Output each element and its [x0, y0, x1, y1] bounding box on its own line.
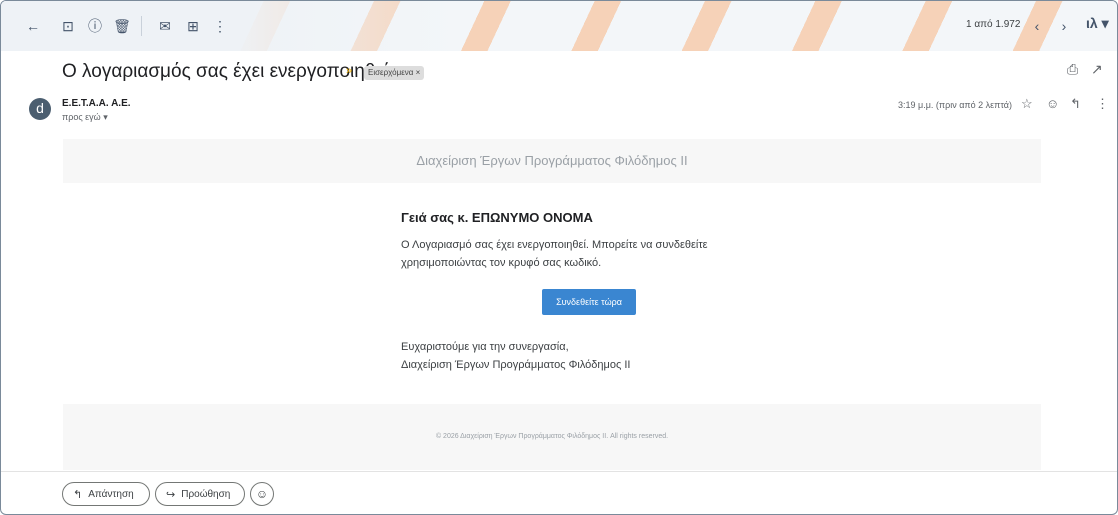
- importance-marker-icon[interactable]: »: [346, 65, 352, 77]
- forward-arrow-icon: ↪: [166, 488, 176, 501]
- reply-arrow-icon: ↰: [73, 488, 83, 501]
- gmail-message-view: ← ⊡ ⓘ 🗑 ✉ ⊞ ⋮ 1 από 1.972 ‹ › ιλ ▾ Ο λογ…: [0, 0, 1118, 515]
- account-switcher[interactable]: ιλ ▾: [1086, 15, 1109, 32]
- signoff-line-2: Διαχείριση Έργων Προγράμματος Φιλόδημος …: [401, 359, 631, 371]
- label-chip-inbox[interactable]: Εισερχόμενα ×: [364, 66, 425, 80]
- sender-name[interactable]: E.E.T.A.A. A.E.: [62, 98, 131, 109]
- message-toolbar: ← ⊡ ⓘ 🗑 ✉ ⊞ ⋮ 1 από 1.972 ‹ › ιλ ▾: [1, 1, 1117, 51]
- report-spam-icon[interactable]: ⓘ: [84, 15, 106, 37]
- archive-icon[interactable]: ⊡: [57, 15, 79, 37]
- email-signoff: Ευχαριστούμε για την συνεργασία, Διαχείρ…: [401, 338, 630, 374]
- emoji-reaction-button[interactable]: ☺: [250, 482, 274, 506]
- reply-label: Απάντηση: [88, 488, 134, 500]
- forward-button[interactable]: ↪ Προώθηση: [155, 482, 245, 506]
- message-subject: Ο λογαριασμός σας έχει ενεργοποιηθεί: [62, 61, 389, 82]
- recipient-details[interactable]: προς εγώ ▾: [62, 112, 108, 123]
- reply-icon[interactable]: ↰: [1070, 96, 1081, 112]
- email-footer: © 2026 Διαχείριση Έργων Προγράμματος Φιλ…: [63, 404, 1041, 470]
- message-more-icon[interactable]: ⋮: [1096, 96, 1109, 112]
- print-icon[interactable]: ⎙: [1067, 61, 1078, 78]
- login-now-button[interactable]: Συνδεθείτε τώρα: [542, 289, 636, 315]
- back-icon[interactable]: ←: [22, 15, 44, 37]
- move-to-icon[interactable]: ⊞: [182, 15, 204, 37]
- forward-label: Προώθηση: [181, 488, 231, 500]
- reply-button[interactable]: ↰ Απάντηση: [62, 482, 150, 506]
- message-time: 3:19 μ.μ. (πριν από 2 λεπτά): [898, 100, 1012, 110]
- next-message-icon[interactable]: ›: [1053, 15, 1075, 37]
- page-count: 1 από 1.972: [966, 19, 1021, 30]
- email-body-text: Ο Λογαριασμό σας έχει ενεργοποιηθεί. Μπο…: [401, 239, 708, 269]
- signoff-line-1: Ευχαριστούμε για την συνεργασία,: [401, 341, 569, 353]
- email-greeting: Γειά σας κ. ΕΠΩΝΥΜΟ ΟΝΟΜΑ: [401, 210, 593, 225]
- more-options-icon[interactable]: ⋮: [209, 15, 231, 37]
- delete-icon[interactable]: 🗑: [111, 15, 133, 37]
- email-header-banner: Διαχείριση Έργων Προγράμματος Φιλόδημος …: [63, 139, 1041, 183]
- emoji-react-icon[interactable]: ☺: [1046, 96, 1059, 111]
- mark-unread-icon[interactable]: ✉: [154, 15, 176, 37]
- prev-message-icon[interactable]: ‹: [1026, 15, 1048, 37]
- open-new-window-icon[interactable]: ↗: [1091, 61, 1103, 78]
- sender-avatar[interactable]: d: [29, 98, 51, 120]
- star-icon[interactable]: ☆: [1021, 96, 1033, 112]
